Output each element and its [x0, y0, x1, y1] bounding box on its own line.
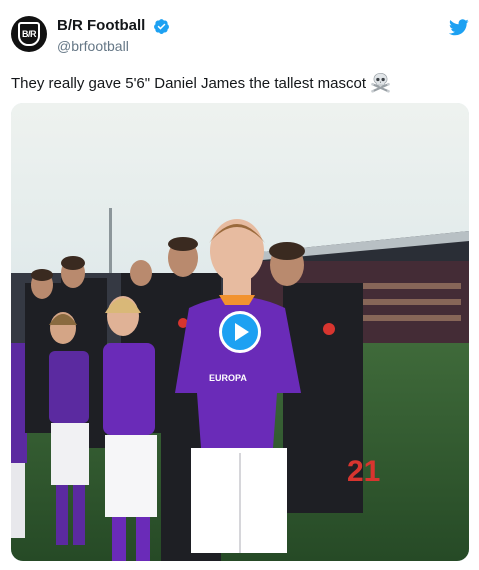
author-handle[interactable]: @brfootball — [57, 37, 170, 55]
avatar-logo: B/R — [18, 22, 40, 46]
play-button[interactable] — [219, 311, 261, 353]
author-display-name[interactable]: B/R Football — [57, 17, 145, 35]
tweet-body: They really gave 5'6" Daniel James the t… — [11, 75, 367, 92]
avatar[interactable]: B/R — [11, 16, 47, 52]
play-icon — [235, 323, 249, 341]
twitter-bird-icon[interactable] — [449, 19, 469, 36]
verified-badge-icon — [153, 18, 169, 34]
tweet-card: B/R B/R Football @brfootball They really… — [0, 0, 479, 570]
europa-league-logo-text: EUROPA — [209, 373, 247, 383]
shirt-number: 21 — [347, 455, 380, 488]
video-player[interactable]: 21 EUROPA — [11, 103, 469, 561]
author-info: B/R Football @brfootball — [57, 17, 170, 55]
skull-and-crossbones-icon — [371, 72, 390, 93]
tweet-text: They really gave 5'6" Daniel James the t… — [11, 72, 469, 94]
tweet-header: B/R B/R Football @brfootball — [11, 15, 469, 59]
